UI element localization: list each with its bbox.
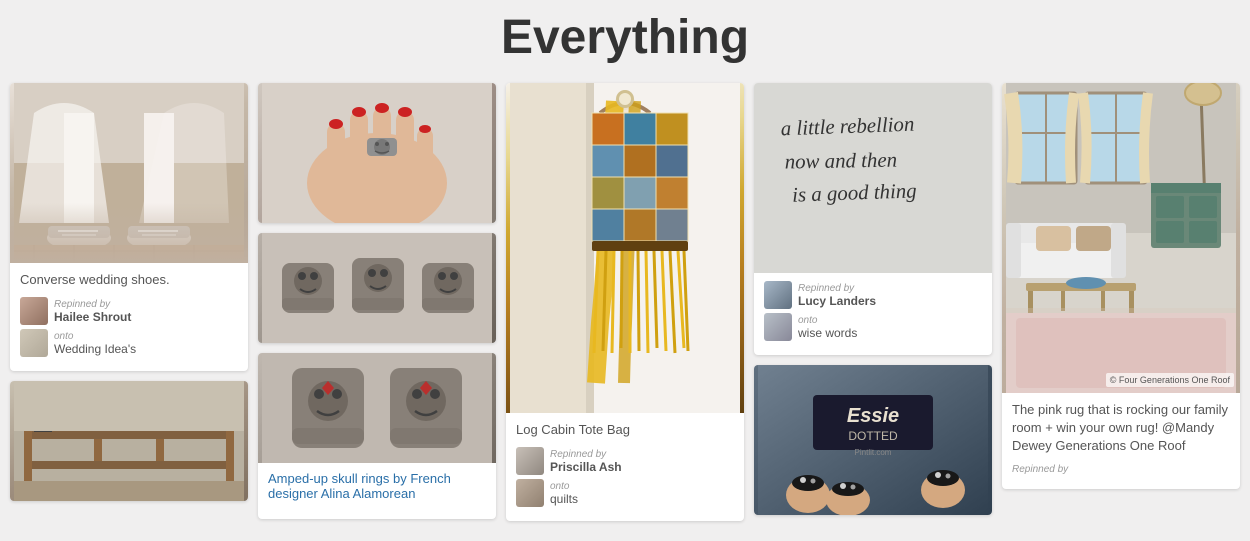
rings-bot-illustration — [258, 353, 496, 463]
svg-text:DOTTED: DOTTED — [848, 429, 898, 443]
repin-name-quote: Lucy Landers — [798, 294, 876, 308]
card-image-rings-bot — [258, 353, 496, 463]
card-image-nails: Essie DOTTED Pintlit.com — [754, 365, 992, 515]
column-2: Amped-up skull rings by French designer … — [258, 83, 496, 519]
column-5: © Four Generations One Roof The pink rug… — [1002, 83, 1240, 489]
card-body-room: The pink rug that is rocking our family … — [1002, 393, 1240, 489]
card-image-wedding — [10, 83, 248, 263]
onto-name-quote: wise words — [798, 326, 857, 340]
column-1: Converse wedding shoes. Repinned by Hail… — [10, 83, 248, 501]
repin-name-wedding: Hailee Shrout — [54, 310, 131, 324]
onto-tote: onto quilts — [516, 479, 734, 507]
card-nails: Essie DOTTED Pintlit.com — [754, 365, 992, 515]
card-wedding-shoes: Converse wedding shoes. Repinned by Hail… — [10, 83, 248, 371]
repinner-quote: Repinned by Lucy Landers — [764, 281, 982, 309]
content-columns: Converse wedding shoes. Repinned by Hail… — [0, 83, 1250, 521]
card-link-rings[interactable]: Amped-up skull rings by French designer … — [268, 471, 486, 501]
repin-label-wedding: Repinned by — [54, 299, 131, 310]
repinner-room: Repinned by — [1012, 464, 1230, 475]
svg-text:Pintlit.com: Pintlit.com — [855, 448, 892, 457]
onto-label-quote: onto — [798, 315, 857, 326]
card-image-quote: a little rebellion now and then is a goo… — [754, 83, 992, 273]
room-illustration — [1002, 83, 1240, 393]
svg-text:a little rebellion: a little rebellion — [780, 112, 914, 141]
svg-text:now and then: now and then — [785, 148, 898, 174]
svg-text:is a good thing: is a good thing — [792, 178, 917, 206]
quote-illustration: a little rebellion now and then is a goo… — [764, 83, 982, 273]
onto-name-tote: quilts — [550, 492, 578, 506]
card-image-room: © Four Generations One Roof — [1002, 83, 1240, 393]
onto-label-wedding: onto — [54, 331, 136, 342]
card-body-tote: Log Cabin Tote Bag Repinned by Priscilla… — [506, 413, 744, 521]
repinner-tote: Repinned by Priscilla Ash — [516, 447, 734, 475]
rings-top-illustration — [258, 83, 496, 223]
card-body-quote: Repinned by Lucy Landers onto wise words — [754, 273, 992, 355]
card-title-tote: Log Cabin Tote Bag — [516, 421, 734, 439]
card-image-rings-mid — [258, 233, 496, 343]
nails-illustration: Essie DOTTED Pintlit.com — [754, 365, 992, 515]
card-title-wedding: Converse wedding shoes. — [20, 271, 238, 289]
wedding-shoes-illustration — [10, 83, 248, 263]
onto-label-tote: onto — [550, 481, 578, 492]
repin-name-tote: Priscilla Ash — [550, 460, 622, 474]
card-body-wedding: Converse wedding shoes. Repinned by Hail… — [10, 263, 248, 371]
avatar-hailee — [20, 297, 48, 325]
repin-label-room: Repinned by — [1012, 464, 1068, 475]
avatar-board-wedding — [20, 329, 48, 357]
page-title: Everything — [0, 0, 1250, 83]
repin-label-quote: Repinned by — [798, 283, 876, 294]
avatar-lucy — [764, 281, 792, 309]
tote-bag-illustration — [506, 83, 744, 413]
card-image-tote — [506, 83, 744, 413]
avatar-priscilla — [516, 447, 544, 475]
card-skull-rings-bot: Amped-up skull rings by French designer … — [258, 353, 496, 519]
column-3: Log Cabin Tote Bag Repinned by Priscilla… — [506, 83, 744, 521]
card-room: © Four Generations One Roof The pink rug… — [1002, 83, 1240, 489]
svg-text:Essie: Essie — [847, 405, 899, 427]
card-title-room: The pink rug that is rocking our family … — [1012, 401, 1230, 456]
card-skull-rings-mid — [258, 233, 496, 343]
onto-name-wedding: Wedding Idea's — [54, 342, 136, 356]
avatar-board-tote — [516, 479, 544, 507]
room-credit: © Four Generations One Roof — [1106, 373, 1234, 387]
rings-mid-illustration — [258, 233, 496, 343]
card-furniture — [10, 381, 248, 501]
onto-wedding: onto Wedding Idea's — [20, 329, 238, 357]
furniture-illustration — [10, 381, 248, 501]
card-quote: a little rebellion now and then is a goo… — [754, 83, 992, 355]
card-tote-bag: Log Cabin Tote Bag Repinned by Priscilla… — [506, 83, 744, 521]
card-image-rings-top — [258, 83, 496, 223]
repinner-wedding: Repinned by Hailee Shrout — [20, 297, 238, 325]
onto-quote: onto wise words — [764, 313, 982, 341]
card-skull-rings-top — [258, 83, 496, 223]
card-body-rings: Amped-up skull rings by French designer … — [258, 463, 496, 519]
repin-label-tote: Repinned by — [550, 449, 622, 460]
card-image-furniture — [10, 381, 248, 501]
column-4: a little rebellion now and then is a goo… — [754, 83, 992, 515]
avatar-board-quote — [764, 313, 792, 341]
